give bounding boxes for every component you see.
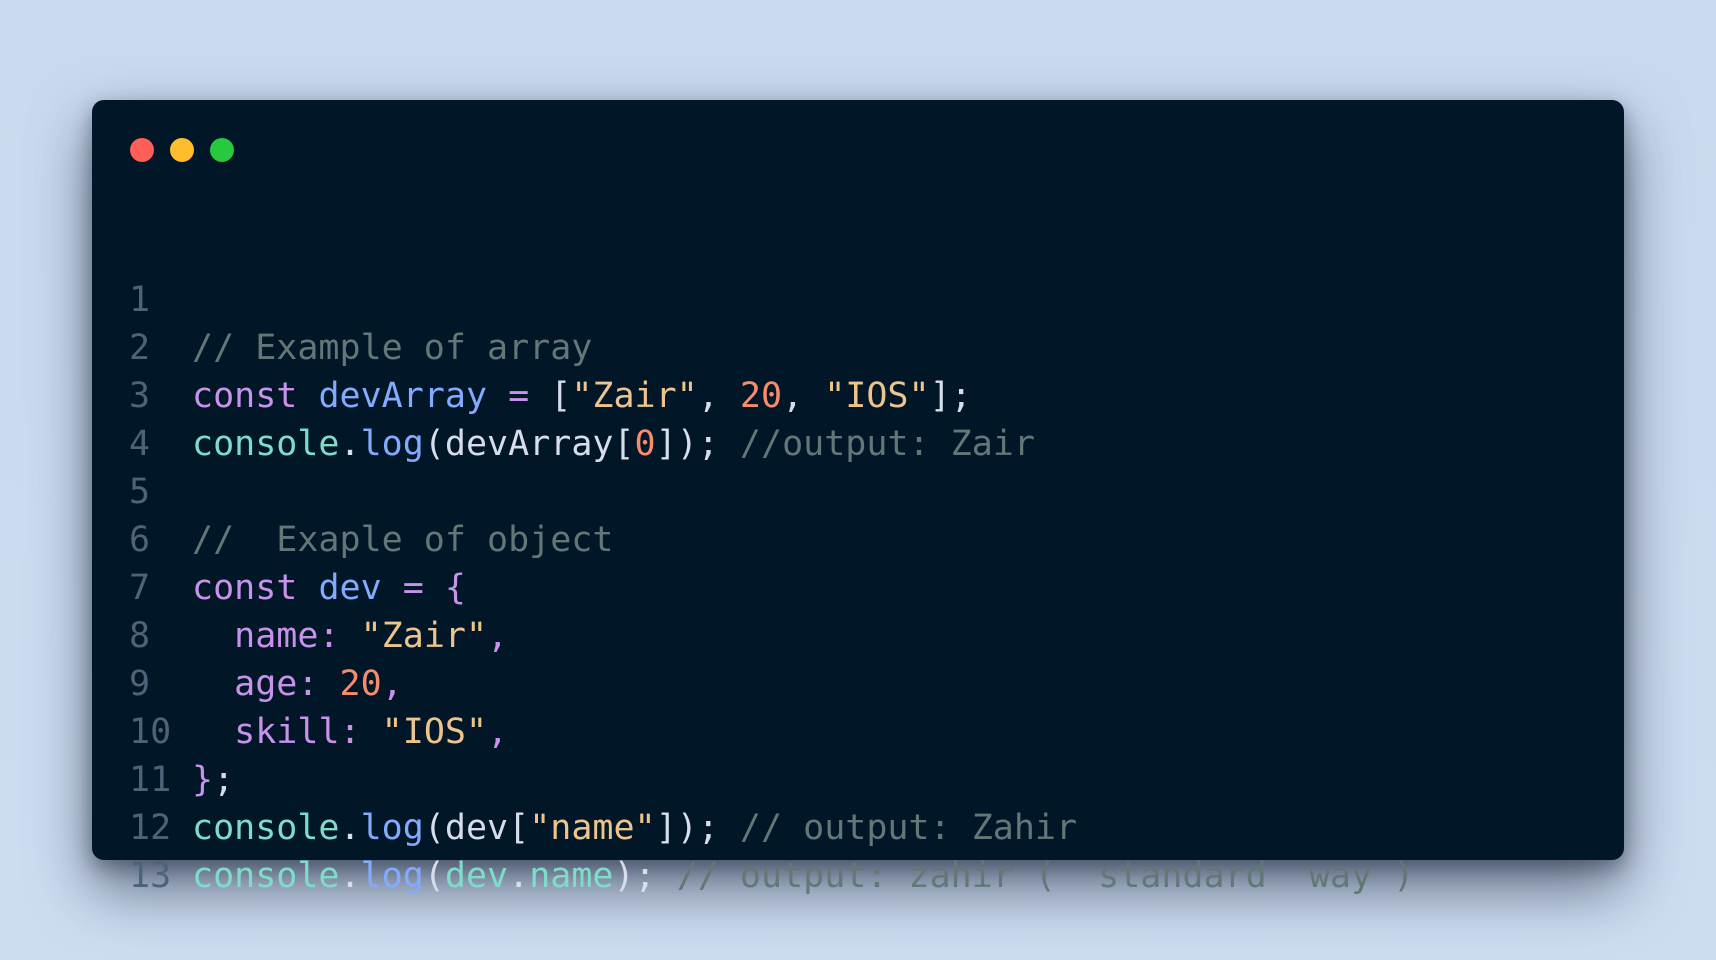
code-token: . [339, 808, 361, 848]
code-token: . [508, 856, 530, 896]
code-window: 1 2// Example of array 3 const devArray = [… [92, 100, 1624, 896]
code-token: ]); [655, 808, 740, 848]
code-token: ; [213, 760, 235, 800]
code-token: = [381, 568, 445, 608]
code-text: console.log(dev.name); // output: zahir … [192, 852, 1414, 900]
code-token: // Example of array [192, 328, 593, 368]
code-token: name [529, 856, 614, 896]
code-token: const [192, 376, 319, 416]
line-number: 8 [129, 616, 151, 656]
code-token: ( [423, 808, 445, 848]
code-token: 0 [634, 424, 656, 464]
line-number: 2 [129, 328, 151, 368]
code-token: devArray [318, 376, 488, 416]
line-number: 9 [129, 664, 151, 704]
line-number: 7 [129, 568, 151, 608]
code-token: , [782, 376, 825, 416]
code-token: , [697, 376, 740, 416]
code-token: log [360, 808, 424, 848]
code-token: // output: zahir ( standard way ) [676, 856, 1415, 896]
code-token: ]; [929, 376, 972, 416]
code-token: console [192, 808, 340, 848]
line-number: 10 [129, 712, 172, 752]
code-text: }; [192, 756, 234, 804]
code-token: , [487, 712, 509, 752]
line-number: 4 [129, 424, 151, 464]
window-controls [130, 138, 234, 162]
code-token: . [339, 856, 361, 896]
code-token: log [360, 424, 424, 464]
code-token: } [192, 760, 214, 800]
line-number: 1 [129, 280, 151, 320]
code-token: : [318, 616, 361, 656]
code-token: ( [423, 856, 445, 896]
code-token: 20 [739, 376, 783, 416]
code-token: "name" [529, 808, 656, 848]
minimize-dot-icon[interactable] [170, 138, 194, 162]
code-token: "Zair" [360, 616, 488, 656]
code-token: ); [613, 856, 677, 896]
code-token: const [192, 568, 319, 608]
code-token: //output: Zair [739, 424, 1035, 464]
code-token: skill [234, 712, 340, 752]
code-text: console.log(devArray[0]); //output: Zair [192, 420, 1035, 468]
code-token: console [192, 424, 340, 464]
code-token: { [444, 568, 466, 608]
code-token: // Exaple of object [192, 520, 614, 560]
code-token: dev [444, 808, 509, 848]
code-text: // Example of array [192, 324, 592, 372]
code-token: [ [508, 808, 530, 848]
code-token: log [360, 856, 424, 896]
code-token: ( [423, 424, 445, 464]
line-number: 12 [129, 808, 172, 848]
code-token: name [234, 616, 319, 656]
code-token: = [487, 376, 551, 416]
code-token: "IOS" [824, 376, 930, 416]
code-token: ]); [655, 424, 740, 464]
code-token: : [297, 664, 340, 704]
code-token: . [339, 424, 361, 464]
code-text: age: 20, [192, 660, 403, 708]
close-dot-icon[interactable] [130, 138, 154, 162]
line-number: 6 [129, 520, 151, 560]
line-number: 3 [129, 376, 151, 416]
code-token: , [487, 616, 509, 656]
code-text: const devArray = ["Zair", 20, "IOS"]; [192, 372, 972, 420]
code-token: dev [318, 568, 382, 608]
code-token: devArray [444, 424, 614, 464]
code-token: 20 [339, 664, 382, 704]
code-token: // output: Zahir [739, 808, 1078, 848]
code-token: "IOS" [381, 712, 488, 752]
line-number: 11 [129, 760, 172, 800]
code-token: dev [444, 856, 509, 896]
code-token: : [339, 712, 382, 752]
maximize-dot-icon[interactable] [210, 138, 234, 162]
code-token: [ [550, 376, 572, 416]
code-token: age [234, 664, 298, 704]
code-text: name: "Zair", [192, 612, 508, 660]
code-text: skill: "IOS", [192, 708, 508, 756]
code-token: , [381, 664, 403, 704]
code-token: "Zair" [571, 376, 698, 416]
line-number: 5 [129, 472, 151, 512]
line-number: 13 [129, 856, 172, 896]
code-token: [ [613, 424, 635, 464]
code-text: const dev = { [192, 564, 466, 612]
code-token: console [192, 856, 340, 896]
code-text: console.log(dev["name"]); // output: Zah… [192, 804, 1077, 852]
code-text: // Exaple of object [192, 516, 613, 564]
